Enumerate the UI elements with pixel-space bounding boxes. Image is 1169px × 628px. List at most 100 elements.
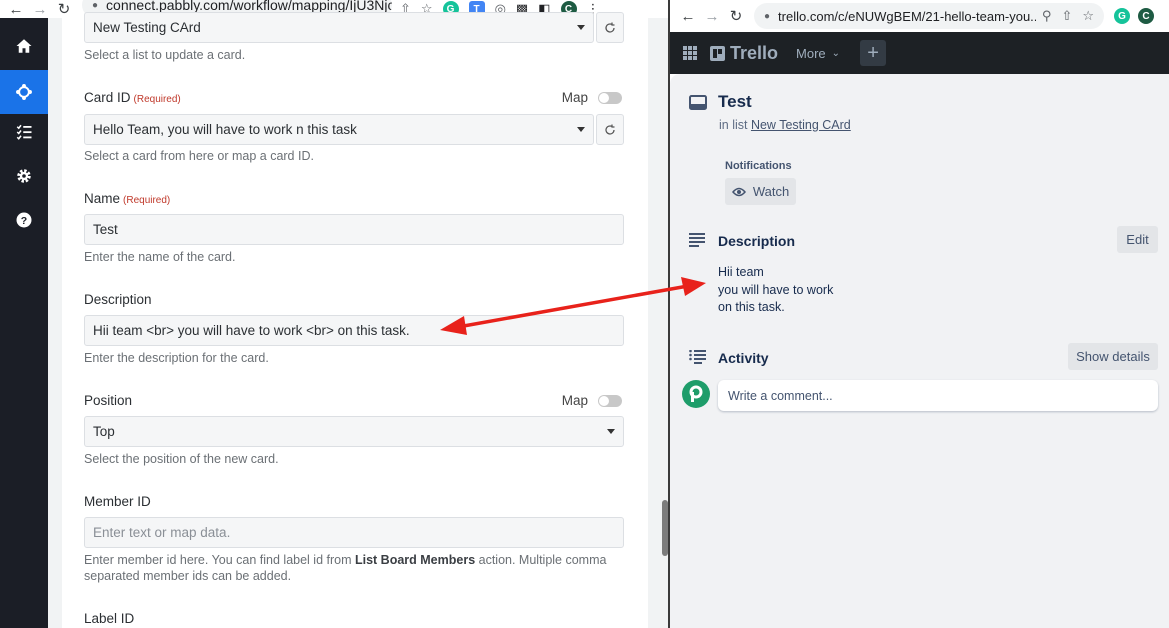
workflow-icon — [16, 84, 32, 100]
grammarly-extension-icon[interactable]: G — [1114, 8, 1130, 24]
create-button[interactable]: + — [860, 40, 887, 66]
list-helper-text: Select a list to update a card. — [84, 48, 246, 62]
eye-icon — [731, 187, 746, 196]
card-title[interactable]: Test — [718, 92, 752, 112]
profile-avatar[interactable]: C — [1138, 8, 1154, 24]
help-icon: ? — [16, 212, 32, 228]
card-id-select-value: Hello Team, you will have to work n this… — [93, 122, 357, 137]
trello-header: Trello More ⌄ + — [670, 32, 1169, 74]
chevron-down-icon: ⌄ — [831, 47, 841, 59]
card-id-refresh-button[interactable] — [596, 114, 624, 145]
description-icon — [689, 233, 705, 247]
sidebar-item-help[interactable]: ? — [0, 198, 48, 242]
member-id-input[interactable]: Enter text or map data. — [84, 517, 624, 548]
show-details-button[interactable]: Show details — [1068, 343, 1158, 370]
chevron-down-icon — [577, 25, 585, 30]
sidebar-item-home[interactable] — [0, 24, 48, 68]
label-id-label: Label ID — [84, 611, 135, 626]
card-id-map-label: Map — [561, 90, 588, 105]
name-required-tag: (Required) — [123, 195, 171, 206]
home-icon — [16, 39, 32, 53]
name-label: Name (Required) — [84, 191, 171, 206]
description-heading: Description — [718, 233, 796, 249]
card-id-select[interactable]: Hello Team, you will have to work n this… — [84, 114, 594, 145]
list-select-value: New Testing CArd — [93, 20, 201, 35]
right-address-bar[interactable]: ● trello.com/c/eNUWgBEM/21-hello-team-yo… — [754, 3, 1104, 29]
chevron-down-icon — [577, 127, 585, 132]
reload-icon[interactable]: ↻ — [724, 0, 748, 32]
position-map-toggle[interactable]: Map — [562, 393, 622, 408]
card-id-map-toggle[interactable]: Map — [562, 90, 622, 105]
back-arrow-icon[interactable]: ← — [676, 0, 700, 32]
list-select[interactable]: New Testing CArd — [84, 12, 594, 43]
notifications-label: Notifications — [725, 160, 792, 172]
svg-text:?: ? — [21, 215, 27, 227]
more-menu-button[interactable]: More ⌄ — [796, 46, 840, 61]
trello-logo-text: Trello — [730, 42, 779, 63]
left-browser-window: ← → ↻ ● connect.pabbly.com/workflow/mapp… — [0, 0, 668, 628]
card-id-label: Card ID (Required) — [84, 90, 181, 105]
right-url-text: trello.com/c/eNUWgBEM/21-hello-team-you.… — [778, 8, 1036, 24]
sidebar-item-tasks[interactable] — [0, 110, 48, 154]
card-id-required-tag: (Required) — [133, 94, 181, 105]
more-label: More — [796, 45, 826, 61]
description-line: on this task. — [718, 300, 785, 314]
description-line: you will have to work — [718, 282, 834, 297]
comment-placeholder: Write a comment... — [728, 388, 833, 403]
card-id-map-switch[interactable] — [598, 91, 622, 104]
lock-icon: ● — [92, 0, 99, 11]
member-id-placeholder: Enter text or map data. — [93, 525, 231, 540]
trello-action-form: New Testing CArd Select a list to update… — [62, 12, 648, 628]
card-description-text[interactable]: Hii team you will have to work on this t… — [718, 264, 833, 317]
gear-icon — [17, 169, 31, 183]
apps-grid-icon[interactable] — [683, 46, 697, 60]
refresh-icon — [605, 22, 615, 33]
edit-description-button[interactable]: Edit — [1117, 226, 1158, 253]
forward-arrow-icon[interactable]: → — [28, 0, 52, 18]
user-avatar[interactable] — [682, 380, 710, 408]
description-input-value: Hii team <br> you will have to work <br>… — [93, 323, 410, 338]
sidebar-item-workflows[interactable] — [0, 70, 48, 114]
position-select-value: Top — [93, 424, 115, 439]
position-map-switch[interactable] — [598, 394, 622, 407]
right-browser-toolbar: ← → ↻ ● trello.com/c/eNUWgBEM/21-hello-t… — [670, 0, 1169, 32]
bookmark-star-icon[interactable]: ☆ — [1082, 8, 1094, 24]
description-input[interactable]: Hii team <br> you will have to work <br>… — [84, 315, 624, 346]
zoom-search-icon[interactable]: ⚲ — [1042, 8, 1052, 24]
forward-arrow-icon[interactable]: → — [700, 0, 724, 32]
checklist-icon — [16, 124, 32, 140]
member-id-helper-text: Enter member id here. You can find label… — [84, 553, 607, 583]
name-input-value: Test — [93, 222, 118, 237]
trello-logo-icon — [710, 45, 725, 61]
app-sidebar: ? — [0, 18, 48, 628]
card-list-info: in list New Testing CArd — [719, 118, 851, 132]
position-select[interactable]: Top — [84, 416, 624, 447]
member-id-label: Member ID — [84, 494, 151, 509]
activity-icon — [689, 350, 706, 364]
activity-heading: Activity — [718, 350, 769, 366]
sidebar-item-settings[interactable] — [0, 154, 48, 198]
description-line: Hii team — [718, 265, 764, 279]
reload-icon[interactable]: ↻ — [52, 0, 76, 18]
trello-logo[interactable]: Trello — [710, 43, 778, 64]
chevron-down-icon — [607, 429, 615, 434]
watch-button[interactable]: Watch — [725, 178, 796, 205]
description-helper-text: Enter the description for the card. — [84, 351, 269, 365]
list-board-members-action-name: List Board Members — [354, 553, 476, 567]
pabbly-logo-icon — [689, 385, 703, 402]
right-browser-window: ← → ↻ ● trello.com/c/eNUWgBEM/21-hello-t… — [670, 0, 1169, 628]
position-label: Position — [84, 393, 133, 408]
card-id-helper-text: Select a card from here or map a card ID… — [84, 149, 314, 163]
list-refresh-button[interactable] — [596, 12, 624, 43]
lock-icon: ● — [764, 10, 771, 22]
card-detail-modal: Test in list New Testing CArd Notificati… — [670, 74, 1169, 628]
name-helper-text: Enter the name of the card. — [84, 250, 236, 264]
name-input[interactable]: Test — [84, 214, 624, 245]
position-map-label: Map — [561, 393, 588, 408]
description-label: Description — [84, 292, 152, 307]
back-arrow-icon[interactable]: ← — [4, 0, 28, 18]
share-icon[interactable]: ⇧ — [1061, 8, 1072, 24]
comment-input[interactable]: Write a comment... — [718, 380, 1158, 411]
card-list-link[interactable]: New Testing CArd — [751, 118, 851, 132]
refresh-icon — [605, 124, 615, 135]
